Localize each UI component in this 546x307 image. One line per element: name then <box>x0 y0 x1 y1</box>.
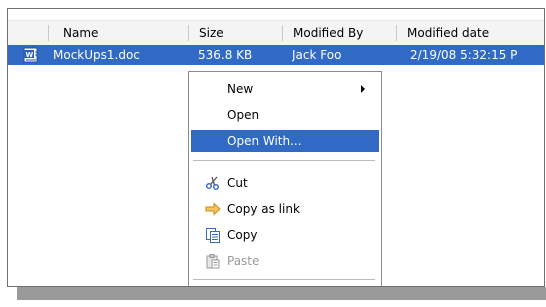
window-shadow <box>17 287 546 300</box>
menu-item-label: Copy <box>227 228 258 242</box>
arrow-link-icon <box>205 201 221 217</box>
menu-item-label: Copy as link <box>227 202 300 216</box>
menu-item-label: New <box>227 82 254 96</box>
column-header-modified-by[interactable]: Modified By <box>286 21 396 45</box>
column-header-name[interactable]: Name <box>56 21 188 45</box>
menu-item-label: Paste <box>227 254 260 268</box>
column-header-bar: Name Size Modified By Modified date <box>8 20 544 46</box>
menu-item-label: Cut <box>227 176 248 190</box>
menu-separator <box>193 279 375 280</box>
column-header-modified-date[interactable]: Modified date <box>400 21 540 45</box>
svg-text:W: W <box>26 51 34 59</box>
word-doc-icon: W <box>23 47 39 63</box>
file-name: MockUps1.doc <box>53 48 140 62</box>
copy-icon <box>205 227 221 243</box>
column-header-size[interactable]: Size <box>192 21 282 45</box>
column-divider[interactable] <box>396 25 397 41</box>
paste-icon <box>205 253 221 269</box>
menu-item-copy[interactable]: Copy <box>191 224 379 246</box>
file-size: 536.8 KB <box>198 48 253 62</box>
menu-item-open[interactable]: Open <box>191 104 379 126</box>
submenu-arrow-icon <box>361 85 365 93</box>
column-divider[interactable] <box>48 25 49 41</box>
menu-item-label: Open With... <box>227 134 302 148</box>
file-modified-by: Jack Foo <box>292 48 342 62</box>
menu-item-label: Open <box>227 108 260 122</box>
file-list-window: Name Size Modified By Modified date W Mo… <box>7 8 545 287</box>
menu-item-new[interactable]: New <box>191 78 379 100</box>
file-modified-date: 2/19/08 5:32:15 P <box>410 48 518 62</box>
menu-item-cut[interactable]: Cut <box>191 172 379 194</box>
scissors-icon <box>205 175 221 191</box>
menu-item-copy-as-link[interactable]: Copy as link <box>191 198 379 220</box>
menu-item-paste[interactable]: Paste <box>191 250 379 272</box>
column-divider[interactable] <box>282 25 283 41</box>
menu-item-open-with[interactable]: Open With... <box>191 130 379 152</box>
column-divider[interactable] <box>188 25 189 41</box>
context-menu: New Open Open With... Cut Copy as link C… <box>188 71 382 286</box>
menu-separator <box>193 160 375 161</box>
file-row-selected[interactable]: W MockUps1.doc 536.8 KB Jack Foo 2/19/08… <box>8 45 544 65</box>
